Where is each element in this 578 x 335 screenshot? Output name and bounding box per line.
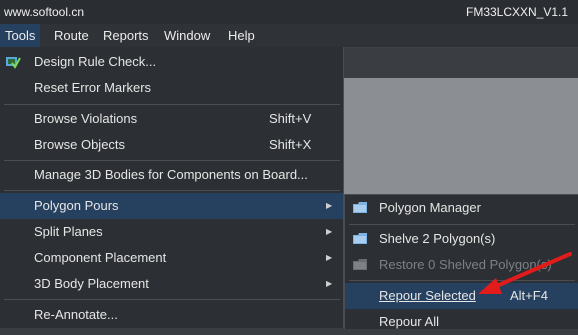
submenu-arrow-icon: ▶ bbox=[326, 253, 333, 262]
menu-item-polygon-pours[interactable]: Polygon Pours ▶ bbox=[0, 193, 343, 219]
submenu-item-label: Repour All bbox=[379, 314, 439, 329]
menu-item-3d-body-placement[interactable]: 3D Body Placement ▶ bbox=[0, 271, 343, 297]
tools-dropdown-menu: Design Rule Check... Reset Error Markers… bbox=[0, 47, 344, 328]
menu-item-label: Re-Annotate... bbox=[34, 307, 118, 322]
menu-item-label: Reset Error Markers bbox=[34, 80, 152, 95]
title-bar: www.softool.cn FM33LCXXN_V1.1 bbox=[0, 0, 578, 24]
menu-item-label: Browse Violations bbox=[34, 111, 138, 126]
menu-item-label: Component Placement bbox=[34, 250, 167, 265]
shortcut-label: Shift+V bbox=[269, 111, 312, 126]
menu-item-label: Manage 3D Bodies for Components on Board… bbox=[34, 167, 308, 182]
menu-item-reset-error-markers[interactable]: Reset Error Markers bbox=[0, 75, 343, 101]
polygon-icon bbox=[353, 233, 367, 244]
menu-item-re-annotate[interactable]: Re-Annotate... bbox=[0, 302, 343, 328]
menu-item-label: Split Planes bbox=[34, 224, 103, 239]
shortcut-label: Shift+X bbox=[269, 137, 312, 152]
menu-item-label: Browse Objects bbox=[34, 137, 126, 152]
menu-separator bbox=[4, 190, 340, 191]
menu-route[interactable]: Route bbox=[49, 24, 94, 47]
menu-item-label: Polygon Pours bbox=[34, 198, 119, 213]
polygon-icon bbox=[353, 202, 367, 213]
submenu-item-label: Repour Selected bbox=[379, 288, 476, 303]
menu-item-browse-violations[interactable]: Browse Violations Shift+V bbox=[0, 106, 343, 132]
menu-bar: Tools Route Reports Window Help bbox=[0, 24, 578, 48]
project-title: FM33LCXXN_V1.1 bbox=[466, 5, 569, 19]
menu-separator bbox=[349, 224, 575, 225]
submenu-item-label: Polygon Manager bbox=[379, 200, 481, 215]
menu-separator bbox=[4, 104, 340, 105]
polygon-icon bbox=[353, 259, 367, 270]
menu-help[interactable]: Help bbox=[223, 24, 260, 47]
submenu-item-polygon-manager[interactable]: Polygon Manager bbox=[345, 195, 578, 221]
pcb-workspace bbox=[344, 78, 578, 198]
menu-item-design-rule-check[interactable]: Design Rule Check... bbox=[0, 49, 343, 75]
submenu-arrow-icon: ▶ bbox=[326, 227, 333, 236]
menu-separator bbox=[4, 160, 340, 161]
menu-window[interactable]: Window bbox=[159, 24, 215, 47]
menu-item-label: Design Rule Check... bbox=[34, 54, 157, 69]
menu-separator bbox=[4, 299, 340, 300]
website-watermark: www.softool.cn bbox=[4, 5, 85, 19]
submenu-item-repour-all[interactable]: Repour All bbox=[345, 309, 578, 335]
submenu-arrow-icon: ▶ bbox=[326, 279, 333, 288]
menu-item-label: 3D Body Placement bbox=[34, 276, 149, 291]
menu-tools[interactable]: Tools bbox=[0, 24, 41, 47]
menu-reports[interactable]: Reports bbox=[98, 24, 154, 47]
menu-item-component-placement[interactable]: Component Placement ▶ bbox=[0, 245, 343, 271]
menu-item-browse-objects[interactable]: Browse Objects Shift+X bbox=[0, 132, 343, 158]
menu-item-manage-3d-bodies[interactable]: Manage 3D Bodies for Components on Board… bbox=[0, 162, 343, 188]
menu-item-split-planes[interactable]: Split Planes ▶ bbox=[0, 219, 343, 245]
submenu-arrow-icon: ▶ bbox=[326, 201, 333, 210]
annotation-arrow-icon bbox=[478, 252, 572, 294]
drc-icon bbox=[6, 57, 21, 69]
